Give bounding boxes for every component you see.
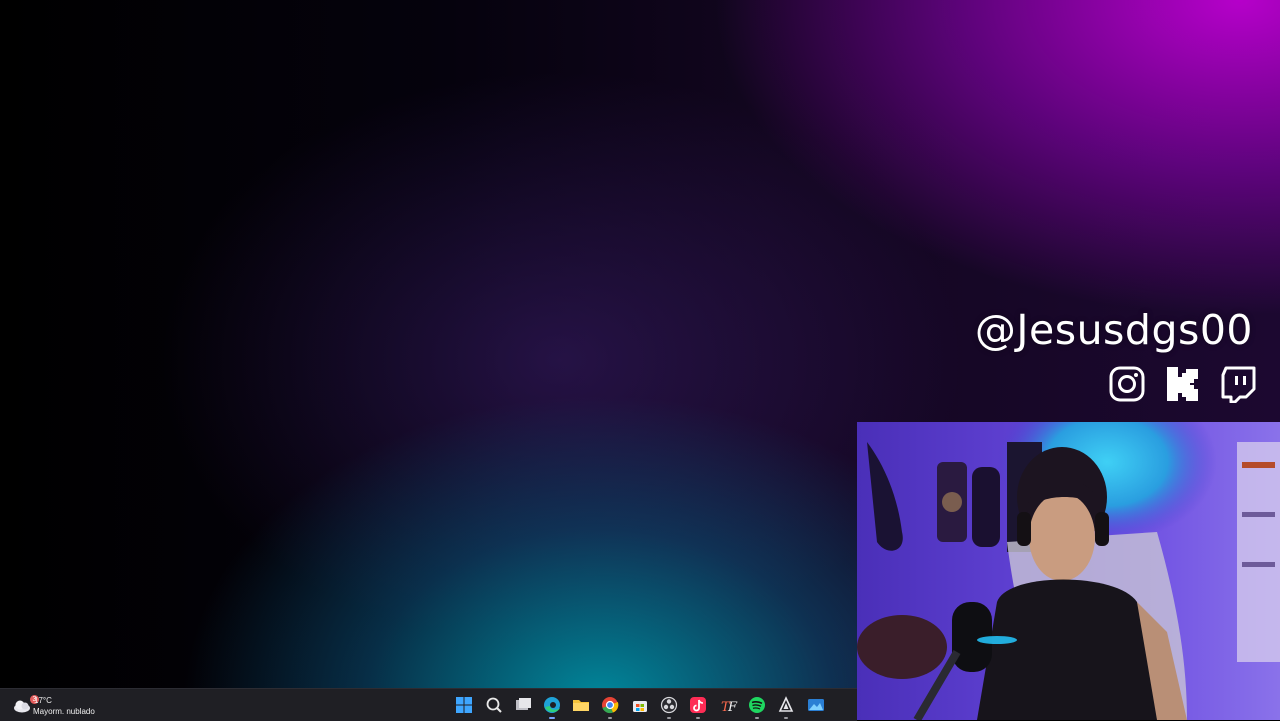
weather-widget[interactable]: 3 17°C Mayorm. nublado [10,692,120,718]
photos-icon[interactable] [804,693,828,717]
webcam-feed [857,422,1280,720]
cloud-icon [12,697,32,713]
instagram-icon [1108,365,1146,403]
svg-text:F: F [727,700,738,715]
taskbar: 3 17°C Mayorm. nublado T F [0,688,857,721]
chrome-icon[interactable] [598,693,622,719]
file-explorer-icon[interactable] [569,693,593,717]
microsoft-store-icon[interactable] [628,693,652,717]
temperature-label: 17°C [34,696,52,705]
stream-handle: @Jesusdgs00 [974,306,1253,354]
typeface-icon[interactable]: T F [716,693,740,717]
tiktok-live-icon[interactable] [686,693,710,719]
windows-start-icon[interactable] [452,693,476,717]
task-view-icon[interactable] [511,693,535,717]
webcam-scene [857,422,1280,720]
spotify-icon[interactable] [745,693,769,719]
kick-icon [1164,365,1202,403]
edge-icon[interactable] [540,693,564,719]
obs-icon[interactable] [657,693,681,719]
social-icons [1106,365,1256,403]
twitch-icon [1219,365,1257,403]
app-icon[interactable] [774,693,798,719]
weather-condition-label: Mayorm. nublado [33,707,95,716]
search-icon[interactable] [482,693,506,717]
